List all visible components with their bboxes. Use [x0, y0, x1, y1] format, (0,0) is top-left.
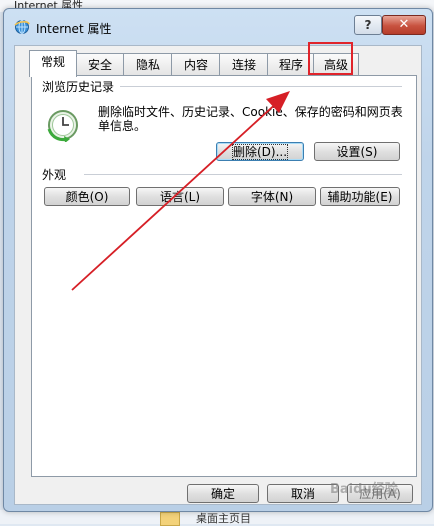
internet-options-dialog: Internet 属性 ? ✕ 常规 安全 隐私 内容 连接 程序 高级 浏览历…: [3, 8, 433, 512]
tab-content[interactable]: 内容: [171, 53, 221, 76]
ok-button[interactable]: 确定: [187, 484, 259, 503]
history-description: 删除临时文件、历史记录、Cookie、保存的密码和网页表单信息。: [98, 105, 403, 133]
highlight-box: [308, 42, 353, 75]
tab-privacy[interactable]: 隐私: [123, 53, 173, 76]
tab-label: 安全: [87, 58, 112, 72]
background-taskbar-strip: 桌面主页目: [0, 510, 434, 526]
appearance-group-title: 外观: [42, 166, 73, 183]
tab-general[interactable]: 常规: [29, 50, 77, 77]
watermark-text: Baidu经验: [330, 482, 398, 497]
ok-label: 确定: [210, 487, 235, 501]
help-button[interactable]: ?: [354, 15, 382, 35]
languages-label: 语言(L): [159, 190, 201, 204]
close-button[interactable]: ✕: [382, 15, 426, 35]
watermark: Baidu经验: [330, 478, 398, 497]
accessibility-label: 辅助功能(E): [327, 190, 393, 204]
tab-security[interactable]: 安全: [75, 53, 125, 76]
history-clock-icon: [47, 110, 78, 142]
dialog-title: Internet 属性: [36, 22, 112, 36]
colors-label: 颜色(O): [65, 190, 109, 204]
delete-history-button[interactable]: 删除(D)...: [216, 142, 304, 161]
accessibility-button[interactable]: 辅助功能(E): [320, 187, 400, 206]
dialog-client-area: 常规 安全 隐私 内容 连接 程序 高级 浏览历史记录 删除临时文件、历史记录、…: [14, 45, 422, 505]
tab-label: 常规: [40, 55, 65, 69]
cancel-button[interactable]: 取消: [267, 484, 339, 503]
tab-label: 内容: [183, 58, 208, 72]
general-tab-panel: 浏览历史记录 删除临时文件、历史记录、Cookie、保存的密码和网页表单信息。 …: [31, 75, 417, 477]
tab-label: 连接: [231, 58, 256, 72]
tab-label: 程序: [278, 58, 303, 72]
tab-label: 隐私: [135, 58, 160, 72]
fonts-label: 字体(N): [250, 190, 294, 204]
languages-button[interactable]: 语言(L): [136, 187, 224, 206]
tab-connections[interactable]: 连接: [219, 53, 269, 76]
help-button-label: ?: [364, 18, 372, 32]
group-divider: [84, 174, 402, 175]
delete-history-label: 删除(D)...: [231, 144, 289, 160]
history-group-title: 浏览历史记录: [42, 78, 121, 95]
history-settings-label: 设置(S): [336, 145, 378, 159]
cancel-label: 取消: [290, 487, 315, 501]
fonts-button[interactable]: 字体(N): [228, 187, 316, 206]
ie-globe-icon: [14, 20, 30, 34]
history-settings-button[interactable]: 设置(S): [314, 142, 400, 161]
close-icon: ✕: [398, 17, 410, 32]
colors-button[interactable]: 颜色(O): [44, 187, 130, 206]
